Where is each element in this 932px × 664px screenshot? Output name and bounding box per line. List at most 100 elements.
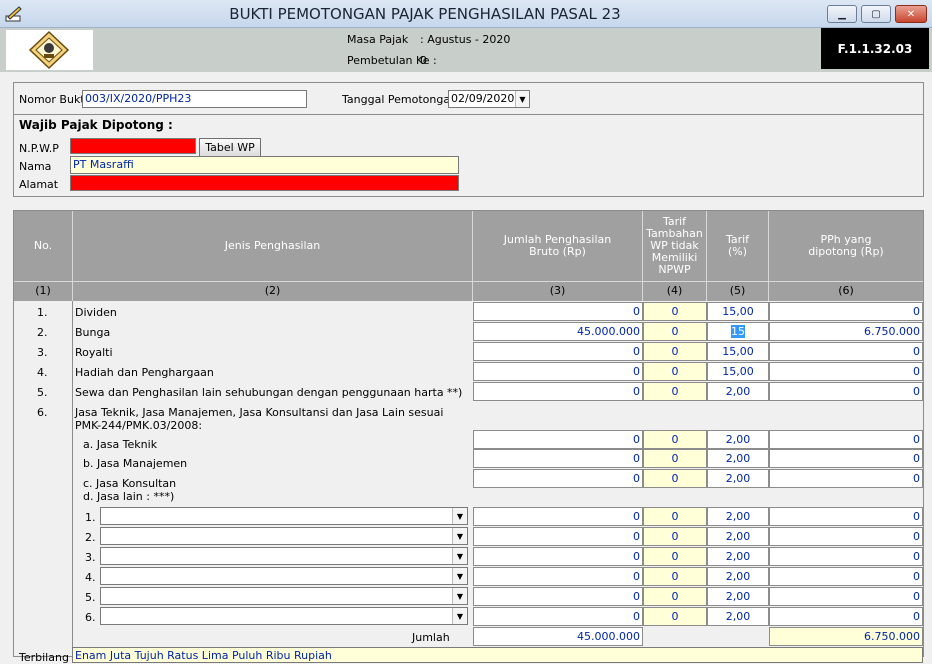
jasa-lain-3-pph-input[interactable]: 0 <box>769 547 923 566</box>
jasa-row-1-tambahan-input[interactable]: 0 <box>643 449 707 468</box>
jasa-lain-5-tambahan-input[interactable]: 0 <box>643 587 707 606</box>
row-1-bruto-input[interactable]: 0 <box>473 302 643 321</box>
row-2-tambahan-input[interactable]: 0 <box>643 322 707 341</box>
nomor-bukti-input[interactable]: 003/IX/2020/PPH23 <box>82 90 307 108</box>
dropdown-arrow-icon[interactable]: ▼ <box>452 508 467 524</box>
jasa-lain-6-select[interactable]: ▼ <box>100 607 468 625</box>
row-1-pph-input[interactable]: 0 <box>769 302 923 321</box>
jasa-lain-1-tambahan-input[interactable]: 0 <box>643 507 707 526</box>
row-2-pph-input[interactable]: 6.750.000 <box>769 322 923 341</box>
jasa-lain-1-select[interactable]: ▼ <box>100 507 468 525</box>
jasa-row-2-tambahan-input[interactable]: 0 <box>643 469 707 488</box>
jasa-lain-4-bruto-input[interactable]: 0 <box>473 567 643 586</box>
jumlah-label: Jumlah <box>412 631 450 644</box>
jasa-row-0-pph-input[interactable]: 0 <box>769 430 923 449</box>
jasa-lain-5-pph-input[interactable]: 0 <box>769 587 923 606</box>
nomor-row-separator <box>13 114 924 115</box>
jasa-lain-2-no: 2. <box>85 531 96 544</box>
jasa-lain-6-tarif-value: 2,00 <box>725 610 751 623</box>
row-5-pph-input[interactable]: 0 <box>769 382 923 401</box>
row-3-tarif-input[interactable]: 15,00 <box>707 342 769 361</box>
jasa-row-1-tarif-value: 2,00 <box>725 452 751 465</box>
tanggal-picker[interactable]: 02/09/2020 ▼ <box>448 90 530 108</box>
row-4-tambahan-input[interactable]: 0 <box>643 362 707 381</box>
jasa-lain-6-bruto-input[interactable]: 0 <box>473 607 643 626</box>
jasa-row-0-tarif-input[interactable]: 2,00 <box>707 430 769 449</box>
jasa-lain-2-tarif-input[interactable]: 2,00 <box>707 527 769 546</box>
row-2-bruto-input[interactable]: 45.000.000 <box>473 322 643 341</box>
jasa-lain-2-bruto-input[interactable]: 0 <box>473 527 643 546</box>
jasa-lain-3-tambahan-input[interactable]: 0 <box>643 547 707 566</box>
jasa-lain-1-bruto-input[interactable]: 0 <box>473 507 643 526</box>
jasa-row-0-tambahan-input[interactable]: 0 <box>643 430 707 449</box>
row-5-tambahan-input[interactable]: 0 <box>643 382 707 401</box>
dropdown-arrow-icon[interactable]: ▼ <box>452 608 467 624</box>
dropdown-arrow-icon[interactable]: ▼ <box>452 528 467 544</box>
jasa-lain-2-select[interactable]: ▼ <box>100 527 468 545</box>
minimize-icon: ▁ <box>838 8 846 20</box>
jasa-lain-6-tambahan-input[interactable]: 0 <box>643 607 707 626</box>
row-3-tambahan-input[interactable]: 0 <box>643 342 707 361</box>
jasa-row-0-tarif-value: 2,00 <box>725 433 751 446</box>
jasa-lain-1-no: 1. <box>85 511 96 524</box>
jasa-lain-4-pph-input[interactable]: 0 <box>769 567 923 586</box>
nama-input[interactable]: PT Masraffi <box>70 156 459 174</box>
row-1-tarif-input[interactable]: 15,00 <box>707 302 769 321</box>
maximize-button[interactable]: ▢ <box>861 5 891 23</box>
row-4-pph-input[interactable]: 0 <box>769 362 923 381</box>
row-3-bruto-input[interactable]: 0 <box>473 342 643 361</box>
masa-pajak-label: Masa Pajak <box>347 33 409 46</box>
jasa-lain-5-bruto-input[interactable]: 0 <box>473 587 643 606</box>
jasa-lain-1-tarif-input[interactable]: 2,00 <box>707 507 769 526</box>
jasa-row-2-pph-input[interactable]: 0 <box>769 469 923 488</box>
jasa-row-2-bruto-input[interactable]: 0 <box>473 469 643 488</box>
colnum-6: (6) <box>769 281 923 301</box>
jasa-row-1-pph-input[interactable]: 0 <box>769 449 923 468</box>
row-3-pph-input[interactable]: 0 <box>769 342 923 361</box>
jasa-lain-1-pph-input[interactable]: 0 <box>769 507 923 526</box>
jasa-lain-3-tarif-input[interactable]: 2,00 <box>707 547 769 566</box>
row-4-bruto-input[interactable]: 0 <box>473 362 643 381</box>
npwp-input-redacted[interactable] <box>70 138 196 154</box>
jasa-lain-3-select[interactable]: ▼ <box>100 547 468 565</box>
nomor-bukti-label: Nomor Bukti <box>19 93 88 106</box>
jasa-lain-3-bruto-input[interactable]: 0 <box>473 547 643 566</box>
jasa-row-2-tarif-input[interactable]: 2,00 <box>707 469 769 488</box>
jasa-lain-3-no: 3. <box>85 551 96 564</box>
window-title: BUKTI PEMOTONGAN PAJAK PENGHASILAN PASAL… <box>229 5 621 23</box>
tanggal-value: 02/09/2020 <box>451 92 515 105</box>
jasa-row-1-tarif-input[interactable]: 2,00 <box>707 449 769 468</box>
alamat-input-redacted[interactable] <box>70 175 459 191</box>
jasa-lain-5-tarif-input[interactable]: 2,00 <box>707 587 769 606</box>
jasa-lain-4-tambahan-input[interactable]: 0 <box>643 567 707 586</box>
jasa-lain-5-select[interactable]: ▼ <box>100 587 468 605</box>
row-5-tarif-input[interactable]: 2,00 <box>707 382 769 401</box>
row-2-tarif-input[interactable]: 15 <box>707 322 769 341</box>
dropdown-arrow-icon[interactable]: ▼ <box>452 588 467 604</box>
jasa-lain-2-tambahan-input[interactable]: 0 <box>643 527 707 546</box>
jasa-lain-4-no: 4. <box>85 571 96 584</box>
row-1-tambahan-input[interactable]: 0 <box>643 302 707 321</box>
dropdown-arrow-icon[interactable]: ▼ <box>515 91 529 107</box>
jasa-lain-6-tarif-input[interactable]: 2,00 <box>707 607 769 626</box>
header-tambahan: Tarif Tambahan WP tidak Memiliki NPWP <box>643 211 707 281</box>
colnum-2: (2) <box>73 281 473 301</box>
close-button[interactable]: ✕ <box>895 5 927 23</box>
jasa-row-0-bruto-input[interactable]: 0 <box>473 430 643 449</box>
jasa-lain-2-pph-input[interactable]: 0 <box>769 527 923 546</box>
colnum-4: (4) <box>643 281 707 301</box>
jasa-row-1-bruto-input[interactable]: 0 <box>473 449 643 468</box>
jasa-lain-4-tarif-input[interactable]: 2,00 <box>707 567 769 586</box>
dropdown-arrow-icon[interactable]: ▼ <box>452 568 467 584</box>
minimize-button[interactable]: ▁ <box>827 5 857 23</box>
tanggal-label: Tanggal Pemotongan <box>342 93 458 106</box>
jasa-lain-6-pph-input[interactable]: 0 <box>769 607 923 626</box>
row-5-bruto-input[interactable]: 0 <box>473 382 643 401</box>
row-6-label-line2: PMK-244/PMK.03/2008: <box>75 419 203 432</box>
masa-pajak-value: : Agustus - 2020 <box>420 33 511 46</box>
dropdown-arrow-icon[interactable]: ▼ <box>452 548 467 564</box>
tabel-wp-label: Tabel WP <box>205 141 255 154</box>
tabel-wp-button[interactable]: Tabel WP <box>199 138 261 157</box>
row-4-tarif-input[interactable]: 15,00 <box>707 362 769 381</box>
jasa-lain-4-select[interactable]: ▼ <box>100 567 468 585</box>
